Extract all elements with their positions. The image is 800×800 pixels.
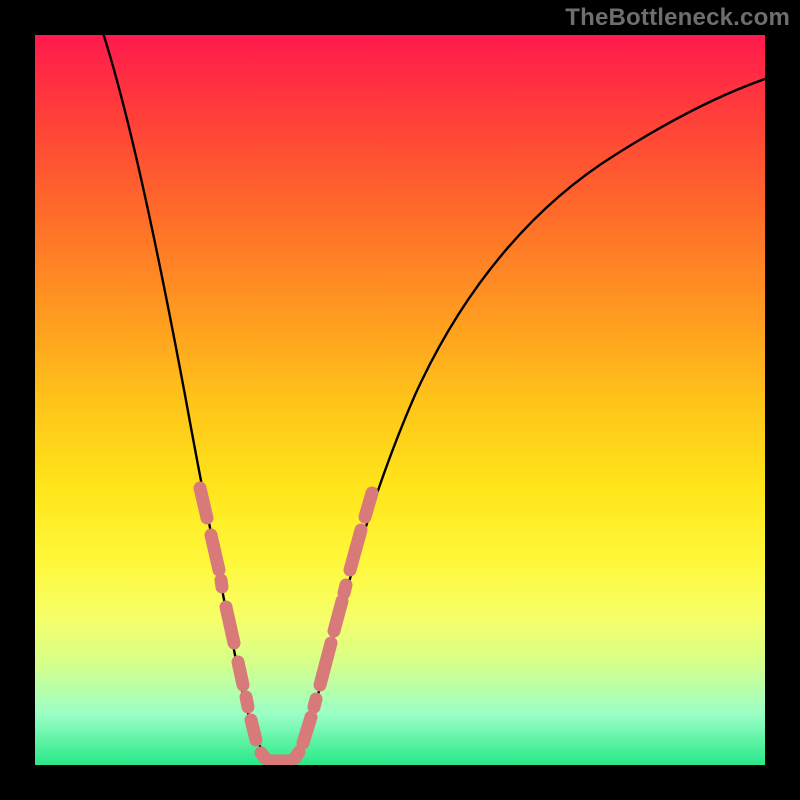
bottleneck-curve-path — [97, 35, 765, 763]
watermark-text: TheBottleneck.com — [565, 4, 790, 32]
curve-layer — [35, 35, 765, 765]
plot-area — [35, 35, 765, 765]
dot-overlay — [200, 488, 372, 761]
chart-frame: TheBottleneck.com — [0, 0, 800, 800]
